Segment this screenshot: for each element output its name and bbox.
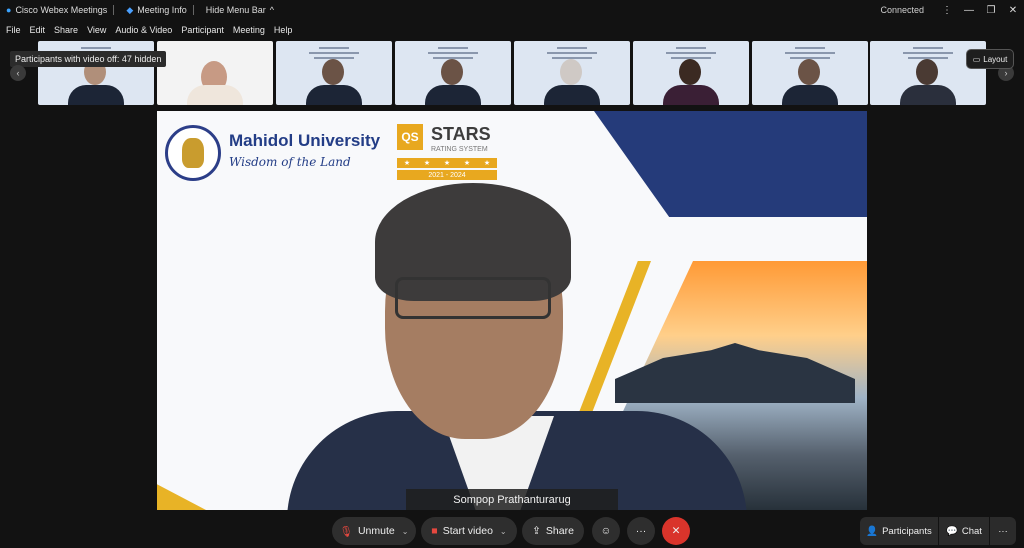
minimize-button[interactable]: — bbox=[958, 0, 980, 20]
participant-video bbox=[679, 59, 701, 85]
participant-video bbox=[560, 59, 582, 85]
chat-button[interactable]: 💬 Chat bbox=[939, 517, 989, 545]
hide-menu-bar-button[interactable]: Hide Menu Bar ^ bbox=[206, 5, 274, 15]
more-options-button[interactable]: ··· bbox=[627, 517, 655, 545]
meeting-controls: 🎙 Unmute ⌄ ■ Start video ⌄ ⇪ Share ☺ ···… bbox=[0, 513, 1024, 548]
menu-help[interactable]: Help bbox=[274, 25, 293, 35]
connection-status: Connected bbox=[880, 5, 924, 15]
smiley-icon: ☺ bbox=[600, 525, 612, 537]
university-tagline: Wisdom of the Land bbox=[229, 155, 351, 169]
participant-video bbox=[441, 59, 463, 85]
participant-tile[interactable] bbox=[633, 41, 749, 105]
microphone-off-icon: 🎙 bbox=[339, 525, 353, 538]
participant-tile[interactable] bbox=[276, 41, 392, 105]
participant-video bbox=[322, 59, 344, 85]
end-meeting-button[interactable]: ✕ bbox=[662, 517, 690, 545]
university-seal-icon bbox=[165, 125, 221, 181]
restore-button[interactable]: ❐ bbox=[980, 0, 1002, 20]
menu-view[interactable]: View bbox=[87, 25, 106, 35]
participant-video bbox=[916, 59, 938, 85]
participant-tile[interactable] bbox=[395, 41, 511, 105]
window-controls: Connected ⋮ — ❐ ✕ bbox=[880, 0, 1024, 20]
qs-stars-logo: QS STARS RATING SYSTEM ★ ★ ★ ★ ★ 2021 - 2024 bbox=[397, 124, 497, 180]
more-horizontal-icon: ··· bbox=[635, 525, 647, 537]
video-off-icon: ■ bbox=[431, 525, 438, 537]
person-icon: 👤 bbox=[866, 525, 879, 537]
chevron-up-icon: ^ bbox=[269, 5, 275, 15]
layout-button[interactable]: ▭ Layout bbox=[966, 49, 1014, 69]
participants-button[interactable]: 👤 Participants bbox=[860, 517, 938, 545]
unmute-button[interactable]: 🎙 Unmute ⌄ bbox=[332, 517, 416, 545]
participant-tile[interactable] bbox=[752, 41, 868, 105]
participant-tile[interactable] bbox=[514, 41, 630, 105]
app-name: Cisco Webex Meetings bbox=[15, 5, 108, 15]
active-speaker-video: Mahidol University Wisdom of the Land QS… bbox=[157, 111, 867, 510]
chevron-left-icon[interactable]: ‹ bbox=[10, 65, 26, 81]
divider bbox=[113, 5, 115, 15]
layout-icon: ▭ bbox=[972, 54, 981, 64]
start-video-button[interactable]: ■ Start video ⌄ bbox=[421, 517, 517, 545]
more-panels-button[interactable]: ··· bbox=[990, 517, 1016, 545]
menu-edit[interactable]: Edit bbox=[30, 25, 46, 35]
webex-icon: ● bbox=[6, 5, 12, 15]
divider bbox=[192, 5, 194, 15]
chevron-down-icon[interactable]: ⌄ bbox=[402, 527, 409, 536]
close-button[interactable]: ✕ bbox=[1002, 0, 1024, 20]
university-name: Mahidol University bbox=[229, 131, 381, 150]
more-horizontal-icon: ··· bbox=[998, 525, 1008, 537]
share-button[interactable]: ⇪ Share bbox=[522, 517, 584, 545]
app-title: ● Cisco Webex Meetings bbox=[6, 5, 107, 15]
menu-meeting[interactable]: Meeting bbox=[233, 25, 265, 35]
participant-video bbox=[798, 59, 820, 85]
menu-audio-video[interactable]: Audio & Video bbox=[115, 25, 172, 35]
more-vertical-icon[interactable]: ⋮ bbox=[936, 0, 958, 20]
menu-share[interactable]: Share bbox=[54, 25, 78, 35]
title-bar: ● Cisco Webex Meetings ◆ Meeting Info Hi… bbox=[0, 0, 1024, 20]
share-icon: ⇪ bbox=[532, 525, 541, 537]
participant-tile[interactable] bbox=[157, 41, 273, 105]
participant-strip bbox=[0, 40, 1024, 106]
speaker-name-label: Sompop Prathanturarug bbox=[406, 489, 618, 510]
menu-file[interactable]: File bbox=[6, 25, 21, 35]
menu-participant[interactable]: Participant bbox=[181, 25, 224, 35]
chat-icon: 💬 bbox=[946, 525, 958, 537]
shield-icon: ◆ bbox=[126, 4, 134, 15]
close-icon: ✕ bbox=[671, 525, 681, 537]
meeting-info-button[interactable]: ◆ Meeting Info bbox=[126, 5, 186, 16]
reactions-button[interactable]: ☺ bbox=[592, 517, 620, 545]
menu-bar: File Edit Share View Audio & Video Parti… bbox=[0, 21, 295, 39]
star-rating-icon: ★ ★ ★ ★ ★ bbox=[397, 158, 497, 168]
chevron-down-icon[interactable]: ⌄ bbox=[500, 527, 507, 536]
hidden-participants-tooltip: Participants with video off: 47 hidden bbox=[10, 51, 167, 67]
